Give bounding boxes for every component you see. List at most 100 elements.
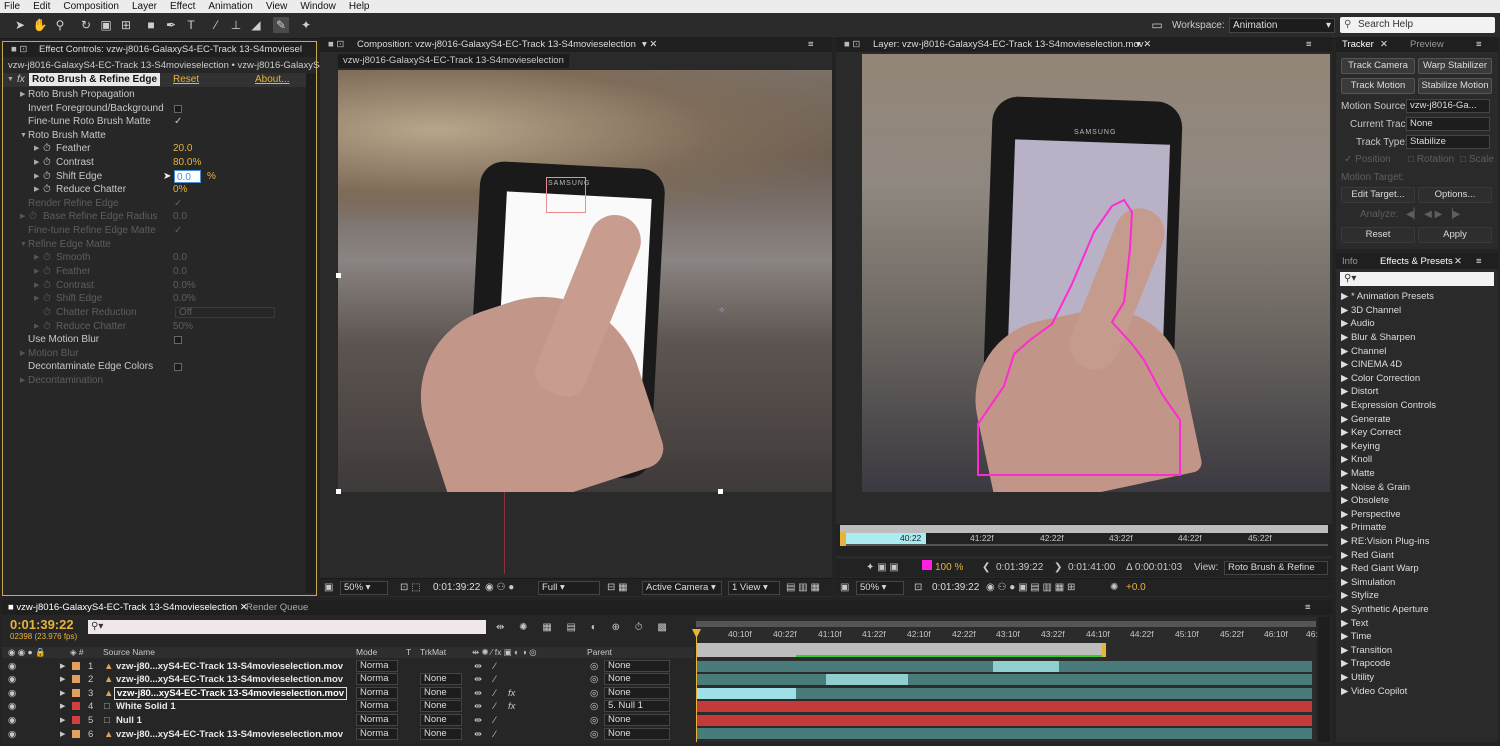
apply-button[interactable]: Apply xyxy=(1418,227,1492,243)
playhead-icon[interactable] xyxy=(692,629,701,638)
effects-presets-tab[interactable]: Effects & Presets xyxy=(1380,255,1453,269)
timeline-timecode[interactable]: 0:01:39:22 xyxy=(10,617,74,632)
overlay-color-swatch[interactable] xyxy=(922,560,932,570)
tracker-tab[interactable]: Tracker xyxy=(1342,38,1374,52)
edit-target-button[interactable]: Edit Target... xyxy=(1341,187,1415,203)
menu-file[interactable]: File xyxy=(4,1,20,12)
layer-name[interactable]: vzw-j80...xyS4-EC-Track 13-S4movieselect… xyxy=(116,728,343,741)
in-point-icon[interactable]: ❮ xyxy=(982,562,990,573)
t-header[interactable]: T xyxy=(406,647,411,658)
snapshot-icon[interactable]: ◉ ⚇ ● xyxy=(485,582,514,593)
effect-name[interactable]: Roto Brush & Refine Edge xyxy=(29,73,161,86)
trkmat-select[interactable]: None xyxy=(420,714,462,726)
menu-view[interactable]: View xyxy=(266,1,288,12)
work-area-end[interactable] xyxy=(1102,643,1106,657)
effects-category[interactable]: ▶ Keying xyxy=(1341,441,1380,452)
expand-triangle-icon[interactable]: ▼ xyxy=(7,76,14,83)
work-area-bar[interactable] xyxy=(696,621,1316,627)
panel-menu-icon[interactable]: ≡ xyxy=(1476,255,1482,269)
work-area-bar[interactable] xyxy=(840,525,1328,533)
info-tab[interactable]: Info xyxy=(1342,255,1358,269)
roto-brush-tool-icon[interactable]: ✎ xyxy=(273,17,289,33)
parent-select[interactable]: 5. Null 1 xyxy=(604,700,670,712)
lock-icon[interactable]: ■ ⊡ xyxy=(844,38,860,52)
playhead-marker[interactable] xyxy=(840,532,846,546)
pan-behind-tool-icon[interactable]: ⊞ xyxy=(118,17,134,33)
checkbox[interactable] xyxy=(174,363,182,371)
rectangle-tool-icon[interactable]: ■ xyxy=(143,17,159,33)
reset-link[interactable]: Reset xyxy=(173,74,199,85)
parent-select[interactable]: None xyxy=(604,728,670,740)
parent-select[interactable]: None xyxy=(604,660,670,672)
overlay-percent[interactable]: 100 xyxy=(935,562,952,573)
layer-duration-bar[interactable] xyxy=(696,715,1312,726)
rotate-tool-icon[interactable]: ↻ xyxy=(78,17,94,33)
effects-category[interactable]: ▶ Obsolete xyxy=(1341,495,1389,506)
safe-zones-icon[interactable]: ⊡ xyxy=(914,582,922,593)
lock-icon[interactable]: ■ ⊡ xyxy=(328,38,344,52)
checkbox[interactable] xyxy=(174,105,182,113)
effects-category[interactable]: ▶ Expression Controls xyxy=(1341,400,1436,411)
resolution-select[interactable]: Full ▾ xyxy=(538,581,600,595)
trkmat-select[interactable]: None xyxy=(420,687,462,699)
zoom-select[interactable]: 50% ▾ xyxy=(340,581,388,595)
mode-select[interactable]: Norma xyxy=(356,687,398,699)
effects-category[interactable]: ▶ 3D Channel xyxy=(1341,305,1401,316)
effects-category[interactable]: ▶ Key Correct xyxy=(1341,427,1401,438)
render-queue-tab[interactable]: Render Queue xyxy=(246,601,308,615)
effects-category[interactable]: ▶ Audio xyxy=(1341,318,1375,329)
preview-tab[interactable]: Preview xyxy=(1410,38,1444,52)
scale-checkbox[interactable]: □ Scale xyxy=(1460,154,1494,165)
layer-row[interactable]: ◉ ▶ 5 □ Null 1 Norma None ⇹ ⁄ ◎ None xyxy=(2,714,694,727)
reset-button[interactable]: Reset xyxy=(1341,227,1415,243)
property-value[interactable]: 0% xyxy=(173,183,187,196)
layer-viewer[interactable]: SAMSUNG xyxy=(862,54,1330,492)
layer-tab[interactable]: Layer: vzw-j8016-GalaxyS4-EC-Track 13-S4… xyxy=(873,38,1144,52)
safe-zones-icon[interactable]: ⊡ ⬚ xyxy=(400,582,421,593)
current-time[interactable]: 0:01:39:22 xyxy=(433,582,480,593)
selection-tool-icon[interactable]: ➤ xyxy=(12,17,28,33)
scrollbar[interactable] xyxy=(306,73,316,593)
panel-menu-icon[interactable]: ≡ xyxy=(808,38,814,52)
effects-category[interactable]: ▶ Knoll xyxy=(1341,454,1372,465)
layer-row[interactable]: ◉ ▶ 1 ▲ vzw-j80...xyS4-EC-Track 13-S4movi… xyxy=(2,660,694,673)
effects-category[interactable]: ▶ Simulation xyxy=(1341,577,1395,588)
layer-row[interactable]: ◉ ▶ 3 ▲ vzw-j80...xyS4-EC-Track 13-S4movi… xyxy=(2,687,694,700)
layer-name-selected[interactable]: vzw-j80...xyS4-EC-Track 13-S4movieselect… xyxy=(114,687,348,700)
close-icon[interactable]: ▾ ✕ xyxy=(642,38,657,52)
view-layout-select[interactable]: 1 View ▾ xyxy=(728,581,780,595)
about-link[interactable]: About... xyxy=(255,74,289,85)
shift-edge-input[interactable]: 0.0 xyxy=(174,170,201,183)
track-motion-button[interactable]: Track Motion xyxy=(1341,78,1415,94)
menu-effect[interactable]: Effect xyxy=(170,1,195,12)
source-name-header[interactable]: Source Name xyxy=(103,647,155,658)
menu-animation[interactable]: Animation xyxy=(208,1,252,12)
composition-viewer[interactable]: SAMSUNG ✧ xyxy=(338,70,832,492)
layer-name[interactable]: White Solid 1 xyxy=(116,700,176,713)
close-icon[interactable]: ✕ xyxy=(1380,38,1388,52)
menu-help[interactable]: Help xyxy=(349,1,370,12)
layer-duration-bar[interactable] xyxy=(826,674,908,685)
effects-category[interactable]: ▶ Transition xyxy=(1341,645,1392,656)
effects-category[interactable]: ▶ Red Giant Warp xyxy=(1341,563,1419,574)
zoom-tool-icon[interactable]: ⚲ xyxy=(52,17,68,33)
effects-category[interactable]: ▶ Matte xyxy=(1341,468,1375,479)
layer-row[interactable]: ◉ ▶ 2 ▲ vzw-j80...xyS4-EC-Track 13-S4movi… xyxy=(2,673,694,686)
timeline-scrollbar[interactable] xyxy=(1318,617,1330,742)
effects-category[interactable]: ▶ Synthetic Aperture xyxy=(1341,604,1429,615)
layer-label-color[interactable] xyxy=(72,675,80,683)
layer-name[interactable]: Null 1 xyxy=(116,714,142,727)
rotation-checkbox[interactable]: □ Rotation xyxy=(1408,154,1454,165)
effects-category[interactable]: ▶ Text xyxy=(1341,618,1368,629)
menu-window[interactable]: Window xyxy=(300,1,336,12)
layer-name[interactable]: vzw-j80...xyS4-EC-Track 13-S4movieselect… xyxy=(116,673,343,686)
out-point-icon[interactable]: ❯ xyxy=(1054,562,1062,573)
stopwatch-icon[interactable]: ⏱ xyxy=(43,156,51,169)
exposure-value[interactable]: +0.0 xyxy=(1126,582,1146,593)
panel-menu-icon[interactable]: ■ ⊡ xyxy=(11,43,27,57)
track-camera-button[interactable]: Track Camera xyxy=(1341,58,1415,74)
effects-category[interactable]: ▶ Trapcode xyxy=(1341,658,1391,669)
snapshot-icon[interactable]: ◉ ⚇ ● ▣ ▤ ▥ ▦ ⊞ xyxy=(986,582,1075,593)
timeline-tab[interactable]: ■ vzw-j8016-GalaxyS4-EC-Track 13-S4movie… xyxy=(8,601,248,615)
composition-subtab[interactable]: vzw-j8016-GalaxyS4-EC-Track 13-S4moviese… xyxy=(338,54,569,68)
